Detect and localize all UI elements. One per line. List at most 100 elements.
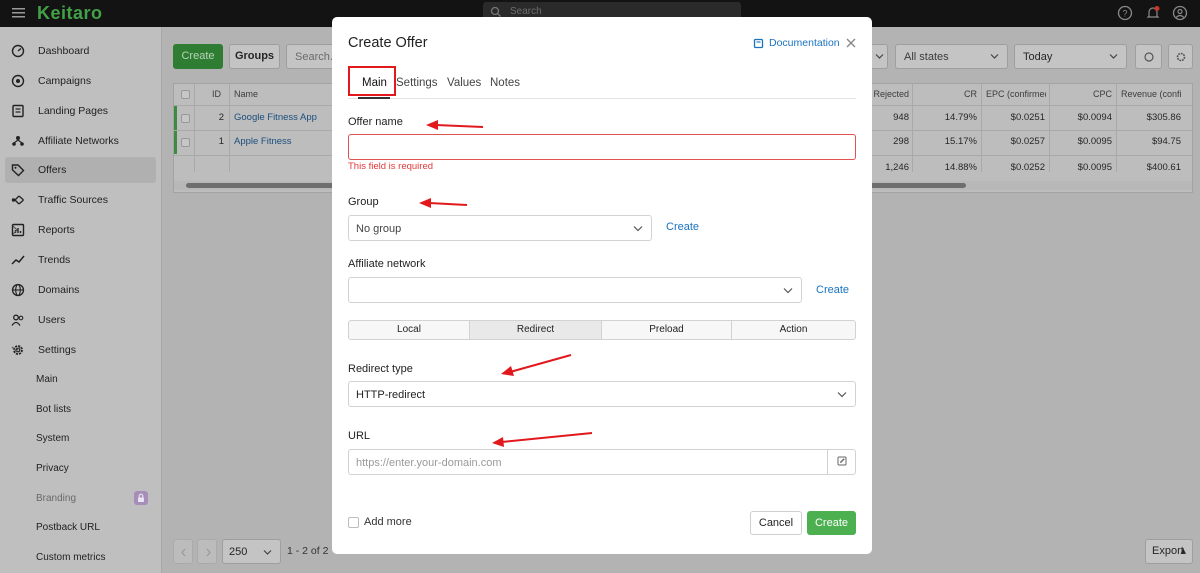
settings-sub-postback-url[interactable]: Postback URL bbox=[36, 522, 100, 533]
tab-values[interactable]: Values bbox=[447, 77, 481, 89]
sidebar-item-trends[interactable]: Trends bbox=[5, 247, 156, 273]
url-input[interactable]: https://enter.your-domain.com bbox=[348, 449, 856, 475]
url-edit-button[interactable] bbox=[827, 450, 855, 474]
groups-button[interactable]: Groups bbox=[229, 44, 280, 69]
chevron-down-icon bbox=[875, 54, 884, 59]
group-value: No group bbox=[356, 223, 402, 235]
row-cr: 15.17% bbox=[944, 136, 977, 147]
sidebar-item-landing-pages[interactable]: Landing Pages bbox=[5, 98, 156, 124]
refresh-button[interactable] bbox=[1135, 44, 1162, 69]
action-type-action[interactable]: Action bbox=[732, 321, 855, 339]
column-settings-button[interactable] bbox=[1168, 44, 1193, 69]
help-icon[interactable]: ? bbox=[1117, 5, 1133, 21]
offer-name-label: Offer name bbox=[348, 116, 403, 128]
sidebar-item-dashboard[interactable]: Dashboard bbox=[5, 38, 156, 64]
filter-dropdown-edge[interactable] bbox=[872, 44, 888, 69]
sidebar-item-label: Reports bbox=[38, 224, 75, 236]
close-icon[interactable] bbox=[845, 37, 857, 49]
sidebar-item-label: Campaigns bbox=[38, 75, 92, 87]
create-offer-button[interactable]: Create bbox=[173, 44, 223, 69]
active-tab-indicator bbox=[358, 97, 390, 99]
action-type-local[interactable]: Local bbox=[349, 321, 470, 339]
row-cr: 14.79% bbox=[944, 112, 977, 123]
globe-icon bbox=[11, 283, 25, 297]
affiliate-network-create-link[interactable]: Create bbox=[816, 284, 849, 296]
column-header-name[interactable]: Name bbox=[234, 84, 324, 105]
settings-sub-branding[interactable]: Branding bbox=[36, 493, 76, 504]
chevron-down-icon bbox=[990, 54, 999, 59]
sidebar-item-reports[interactable]: Reports bbox=[5, 217, 156, 243]
states-filter-value: All states bbox=[904, 51, 949, 63]
offer-name-error: This field is required bbox=[348, 161, 434, 172]
refresh-icon bbox=[1144, 52, 1154, 62]
row-id: 1 bbox=[218, 136, 224, 147]
group-create-link[interactable]: Create bbox=[666, 221, 699, 233]
table-search-input[interactable]: Search.. bbox=[286, 44, 336, 69]
sidebar-item-offers[interactable]: Offers bbox=[5, 157, 156, 183]
add-more-checkbox[interactable] bbox=[348, 517, 359, 528]
menu-icon[interactable] bbox=[12, 6, 26, 20]
next-page-button[interactable] bbox=[197, 539, 217, 564]
sidebar-item-traffic-sources[interactable]: Traffic Sources bbox=[5, 187, 156, 213]
logo[interactable]: Keitaro bbox=[37, 3, 103, 24]
notification-bell-icon[interactable] bbox=[1145, 5, 1161, 21]
settings-sub-bot-lists[interactable]: Bot lists bbox=[36, 404, 71, 415]
lock-icon bbox=[134, 491, 148, 505]
sidebar-item-campaigns[interactable]: Campaigns bbox=[5, 68, 156, 94]
action-type-segmented-control: Local Redirect Preload Action bbox=[348, 320, 856, 340]
row-checkbox[interactable] bbox=[181, 138, 190, 147]
caret-up-icon: ▴ bbox=[1180, 545, 1186, 557]
tab-notes[interactable]: Notes bbox=[490, 77, 520, 89]
column-header-cpc[interactable]: CPC bbox=[1054, 84, 1112, 105]
svg-text:?: ? bbox=[1122, 9, 1127, 19]
offer-name-input[interactable] bbox=[348, 134, 856, 160]
row-checkbox[interactable] bbox=[181, 114, 190, 123]
select-all-checkbox[interactable] bbox=[181, 90, 190, 99]
book-icon bbox=[753, 38, 764, 49]
sidebar-item-label: Affiliate Networks bbox=[38, 135, 119, 147]
action-type-redirect[interactable]: Redirect bbox=[470, 321, 602, 339]
sidebar-item-settings[interactable]: Settings bbox=[5, 337, 156, 363]
settings-sub-main[interactable]: Main bbox=[36, 374, 58, 385]
prev-page-button[interactable] bbox=[173, 539, 193, 564]
chevron-right-icon bbox=[206, 548, 211, 557]
column-header-revenue[interactable]: Revenue (confi bbox=[1121, 84, 1183, 105]
sidebar-item-label: Dashboard bbox=[38, 45, 90, 57]
per-page-select[interactable]: 250 bbox=[222, 539, 281, 564]
totals-cpc: $0.0095 bbox=[1077, 162, 1112, 173]
url-placeholder: https://enter.your-domain.com bbox=[356, 457, 502, 469]
column-header-id[interactable]: ID bbox=[212, 84, 224, 105]
totals-epc: $0.0252 bbox=[1010, 162, 1045, 173]
dashboard-icon bbox=[11, 44, 25, 58]
add-more-label[interactable]: Add more bbox=[364, 516, 412, 528]
action-type-preload[interactable]: Preload bbox=[602, 321, 732, 339]
chevron-down-icon bbox=[783, 288, 793, 294]
export-label: Export bbox=[1152, 545, 1184, 557]
states-filter-select[interactable]: All states bbox=[895, 44, 1008, 69]
sidebar: Dashboard Campaigns Landing Pages Affili… bbox=[0, 27, 162, 573]
row-id: 2 bbox=[218, 112, 224, 123]
column-header-cr[interactable]: CR bbox=[914, 84, 977, 105]
sidebar-item-users[interactable]: Users bbox=[5, 307, 156, 333]
sidebar-item-affiliate-networks[interactable]: Affiliate Networks bbox=[5, 128, 156, 154]
column-header-epc[interactable]: EPC (confirmed) bbox=[986, 84, 1046, 105]
settings-sub-privacy[interactable]: Privacy bbox=[36, 463, 69, 474]
date-range-select[interactable]: Today bbox=[1014, 44, 1127, 69]
row-cpc: $0.0095 bbox=[1077, 136, 1112, 147]
cancel-button[interactable]: Cancel bbox=[750, 511, 802, 535]
export-button[interactable]: Export ▴ bbox=[1145, 539, 1193, 564]
affiliate-network-label: Affiliate network bbox=[348, 258, 426, 270]
group-select[interactable]: No group bbox=[348, 215, 652, 241]
settings-sub-custom-metrics[interactable]: Custom metrics bbox=[36, 552, 105, 563]
chevron-down-icon bbox=[11, 346, 21, 352]
redirect-type-select[interactable]: HTTP-redirect bbox=[348, 381, 856, 407]
annotation-highlight-box bbox=[348, 66, 396, 96]
affiliate-network-select[interactable] bbox=[348, 277, 802, 303]
user-account-icon[interactable] bbox=[1172, 5, 1188, 21]
settings-sub-system[interactable]: System bbox=[36, 433, 69, 444]
create-button[interactable]: Create bbox=[807, 511, 856, 535]
tab-settings[interactable]: Settings bbox=[396, 77, 438, 89]
target-icon bbox=[11, 74, 25, 88]
sidebar-item-domains[interactable]: Domains bbox=[5, 277, 156, 303]
chevron-left-icon bbox=[181, 548, 186, 557]
